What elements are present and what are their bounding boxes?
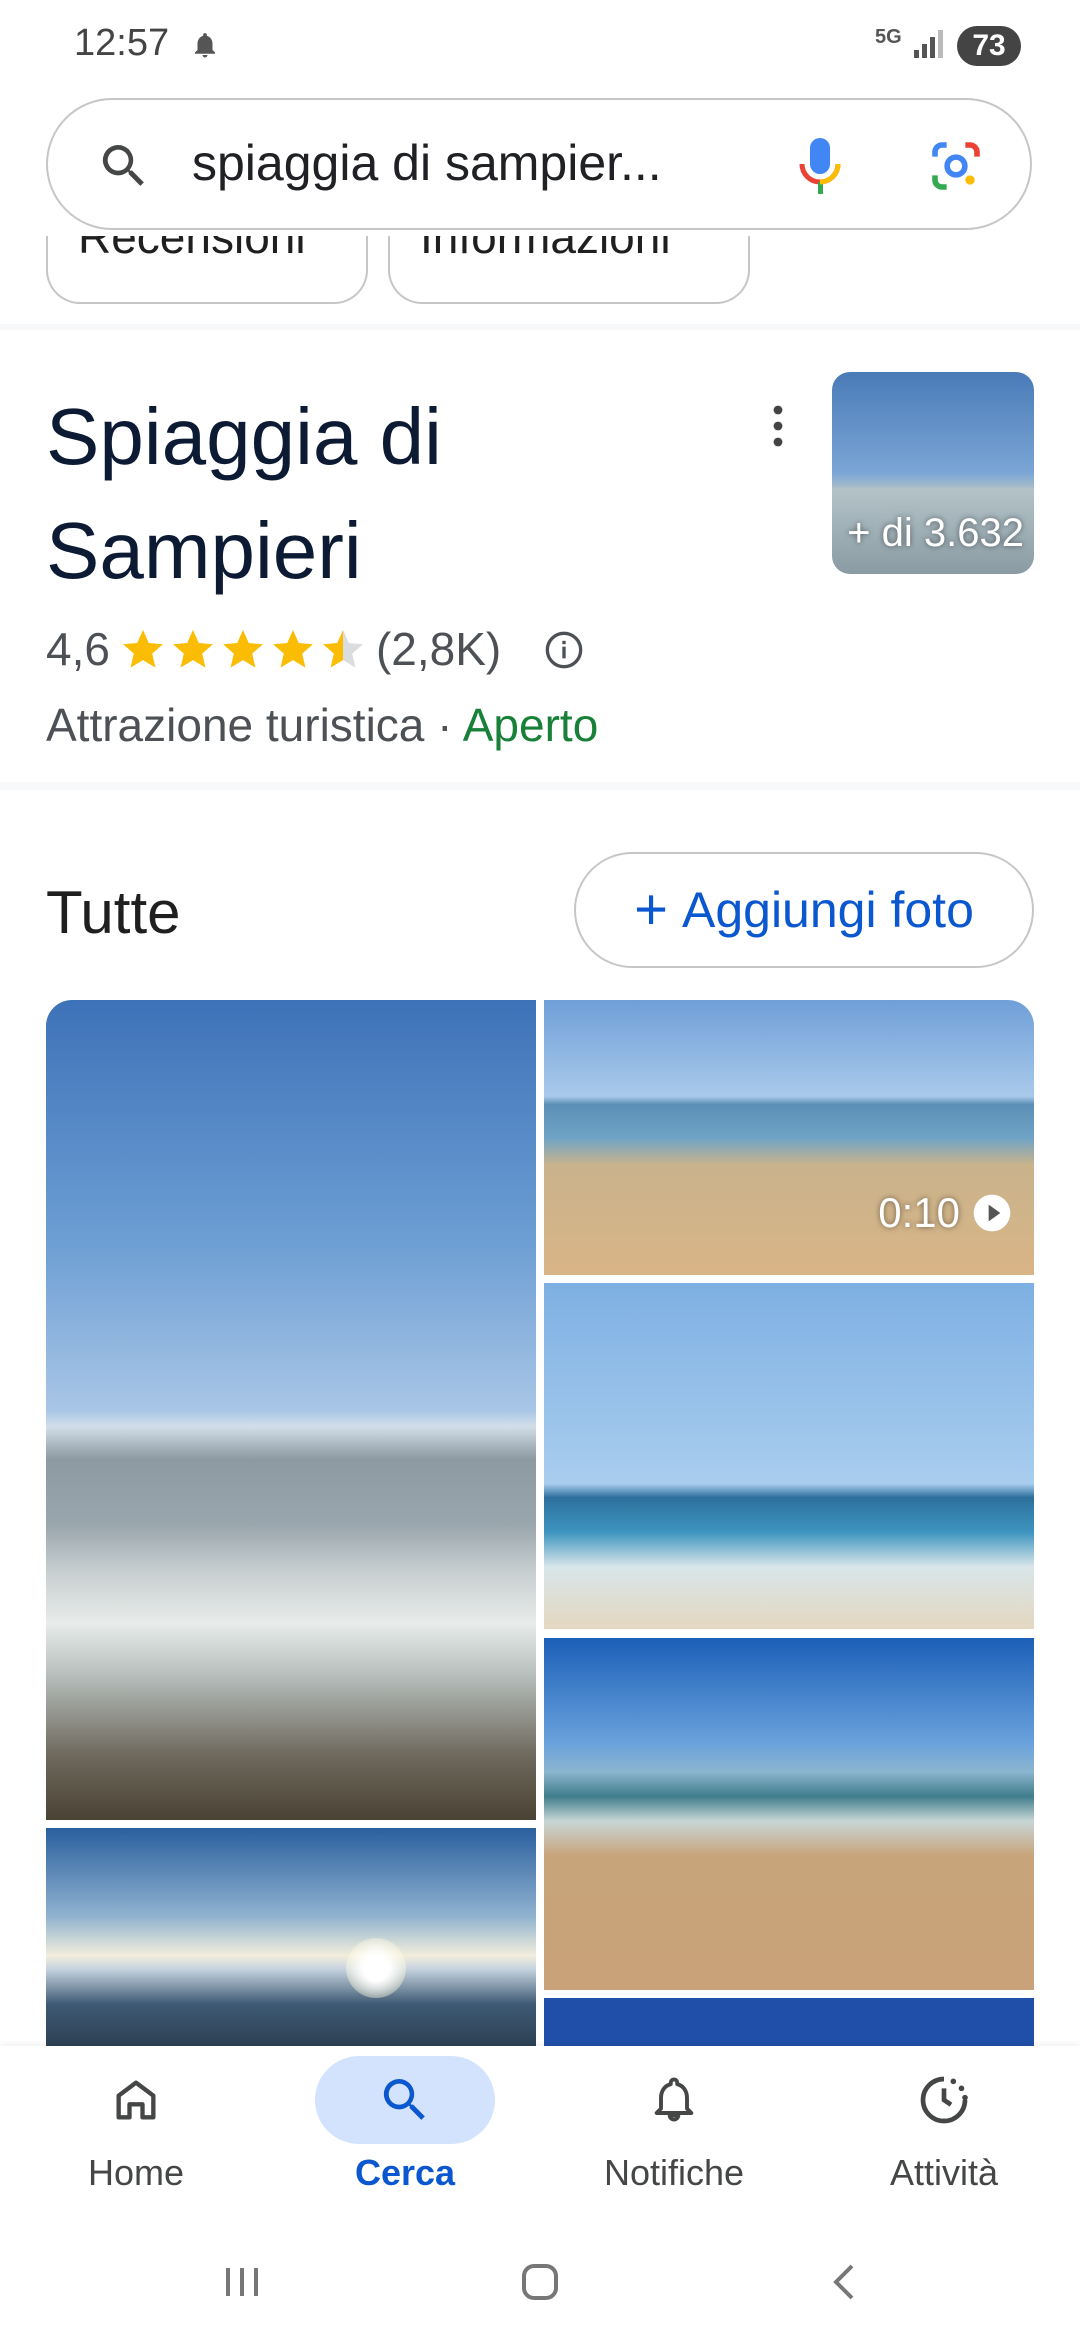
place-category: Attrazione turistica xyxy=(46,699,425,751)
star-rating xyxy=(120,626,366,672)
play-icon xyxy=(973,1194,1011,1232)
place-title: Spiaggia di Sampieri xyxy=(46,392,442,595)
photo-count: + di 3.632 xyxy=(847,511,1024,555)
photo-tile[interactable] xyxy=(46,1000,536,1820)
video-tile[interactable]: 0:10 xyxy=(544,1000,1034,1275)
bell-icon xyxy=(584,2056,764,2144)
chip-info[interactable]: Informazioni xyxy=(388,236,750,304)
star-icon xyxy=(123,629,163,668)
system-navigation xyxy=(0,2228,1080,2340)
nav-home[interactable]: Home xyxy=(46,2056,226,2206)
nav-search[interactable]: Cerca xyxy=(315,2056,495,2206)
video-duration-badge: 0:10 xyxy=(878,1189,1012,1237)
photos-section-title: Tutte xyxy=(46,879,181,946)
activity-icon xyxy=(854,2056,1034,2144)
photo-tile[interactable] xyxy=(544,1638,1034,1990)
star-icon xyxy=(223,629,263,668)
category-row: Attrazione turistica · Aperto xyxy=(46,698,598,752)
divider xyxy=(0,324,1080,330)
add-photo-label: Aggiungi foto xyxy=(681,882,974,938)
photo-tile[interactable] xyxy=(544,1283,1034,1629)
star-icon xyxy=(273,629,313,668)
home-icon xyxy=(46,2056,226,2144)
status-time: 12:57 xyxy=(74,22,170,64)
chip-reviews[interactable]: Recensioni xyxy=(46,236,368,304)
more-options-icon[interactable] xyxy=(768,404,788,453)
photo-tile[interactable] xyxy=(46,1828,536,2048)
nav-notifications[interactable]: Notifiche xyxy=(584,2056,764,2206)
home-button-icon[interactable] xyxy=(516,2258,564,2311)
search-icon xyxy=(96,138,152,199)
google-lens-icon[interactable] xyxy=(928,138,984,199)
network-indicator: 5G xyxy=(875,26,902,48)
rating-row[interactable]: 4,6 (2,8K) xyxy=(46,622,501,676)
status-bar: 12:57 5G 73 xyxy=(0,0,1080,95)
signal-icon xyxy=(912,28,946,65)
bottom-navigation: Home Cerca Notifiche Attività xyxy=(0,2046,1080,2228)
recent-apps-icon[interactable] xyxy=(218,2258,266,2311)
divider xyxy=(0,782,1080,790)
add-photo-button[interactable]: + Aggiungi foto xyxy=(574,852,1034,968)
star-icon xyxy=(173,629,213,668)
info-icon[interactable] xyxy=(544,630,584,675)
open-status: Aperto xyxy=(462,699,599,751)
battery-indicator: 73 xyxy=(957,26,1021,66)
separator: · xyxy=(437,699,453,751)
nav-activity[interactable]: Attività xyxy=(854,2056,1034,2206)
microphone-icon[interactable] xyxy=(796,134,844,203)
sun-glare xyxy=(346,1938,406,1998)
notification-bell-icon xyxy=(190,28,220,67)
search-bar[interactable]: spiaggia di sampier... xyxy=(46,98,1032,230)
plus-icon: + xyxy=(634,877,668,942)
search-icon xyxy=(315,2056,495,2144)
rating-value: 4,6 xyxy=(46,623,110,675)
back-icon[interactable] xyxy=(822,2258,870,2311)
review-count: (2,8K) xyxy=(375,623,502,675)
half-star-icon xyxy=(323,629,363,668)
search-input[interactable]: spiaggia di sampier... xyxy=(192,134,662,192)
place-thumbnail[interactable]: + di 3.632 xyxy=(832,372,1034,574)
